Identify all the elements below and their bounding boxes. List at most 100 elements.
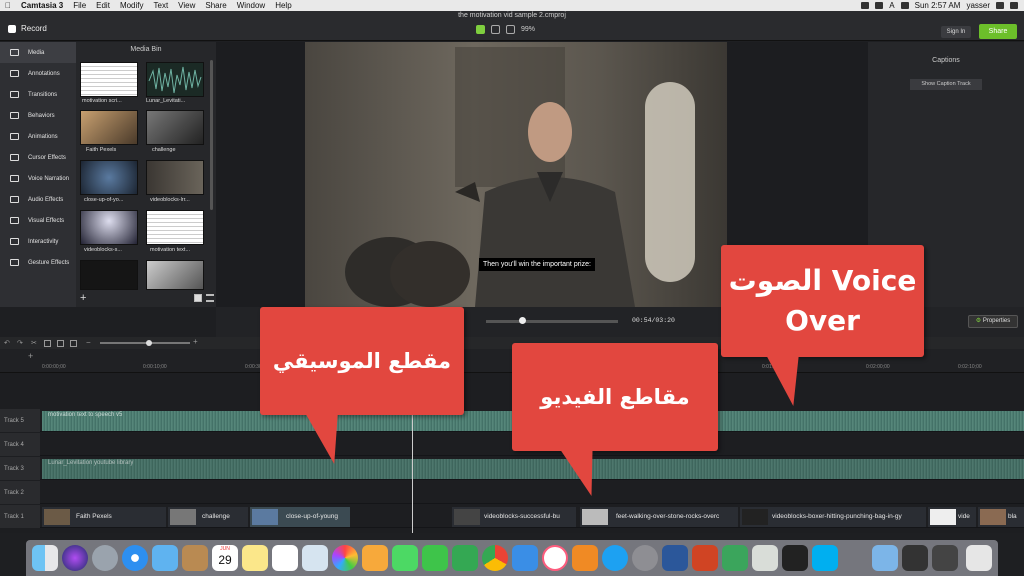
sidebar-item-gesture-effects[interactable]: Gesture Effects (0, 252, 76, 273)
add-track-icon[interactable]: + (28, 351, 33, 361)
paste-icon[interactable] (57, 340, 64, 347)
preview-icon[interactable] (302, 545, 328, 571)
media-thumb[interactable] (146, 210, 204, 245)
wifi-icon[interactable] (875, 2, 884, 9)
hand-tool-icon[interactable] (491, 25, 500, 34)
keyboard-input-icon[interactable]: A (889, 1, 894, 10)
track-label[interactable]: Track 5 (0, 409, 40, 432)
copy-icon[interactable] (44, 340, 51, 347)
menu-window[interactable]: Window (232, 0, 270, 11)
clock[interactable]: Sun 2:57 AM (915, 1, 961, 10)
track-label[interactable]: Track 3 (0, 457, 40, 480)
skype-icon[interactable] (812, 545, 838, 571)
sidebar-item-transitions[interactable]: Transitions (0, 84, 76, 105)
video-clip[interactable]: videoblocks-successful-bu (452, 507, 576, 527)
battery-icon[interactable] (900, 2, 909, 9)
camtasia-icon[interactable] (722, 545, 748, 571)
zoom-in-icon[interactable]: + (193, 337, 198, 346)
window2-icon[interactable] (932, 545, 958, 571)
scrollbar[interactable] (210, 60, 213, 210)
media-thumb[interactable] (146, 110, 204, 145)
media-thumb[interactable] (146, 260, 204, 290)
photos-icon[interactable] (332, 545, 358, 571)
record-button[interactable]: Record (8, 24, 47, 33)
sidebar-item-annotations[interactable]: Annotations (0, 63, 76, 84)
video-clip[interactable]: challenge (168, 507, 248, 527)
messages-icon[interactable] (392, 545, 418, 571)
menu-view[interactable]: View (173, 0, 200, 11)
track-label[interactable]: Track 1 (0, 505, 40, 528)
menu-help[interactable]: Help (270, 0, 296, 11)
redo-icon[interactable]: ↷ (17, 339, 23, 347)
sign-in-button[interactable]: Sign In (941, 26, 971, 38)
chrome-icon[interactable] (482, 545, 508, 571)
menu-text[interactable]: Text (149, 0, 174, 11)
sidebar-item-voice-narration[interactable]: Voice Narration (0, 168, 76, 189)
sidebar-item-behaviors[interactable]: Behaviors (0, 105, 76, 126)
scrubber-handle[interactable] (518, 317, 526, 324)
media-thumb[interactable] (80, 210, 138, 245)
terminal-icon[interactable] (782, 545, 808, 571)
numbers-icon[interactable] (452, 545, 478, 571)
video-clip[interactable]: close-up-of-young (250, 507, 350, 527)
split-icon[interactable] (70, 340, 77, 347)
video-clip[interactable]: vide (928, 507, 976, 527)
grid-view-icon[interactable] (194, 294, 202, 302)
reminders-icon[interactable] (272, 545, 298, 571)
sidebar-item-media[interactable]: Media (0, 42, 76, 63)
finder-icon[interactable] (32, 545, 58, 571)
video-clip[interactable]: videoblocks-boxer-hitting-punching-bag-i… (740, 507, 926, 527)
appstore-icon[interactable] (602, 545, 628, 571)
pointer-tool-icon[interactable] (476, 25, 485, 34)
scrubber-track[interactable] (486, 320, 618, 323)
video-clip[interactable]: bla (978, 507, 1024, 527)
cut-icon[interactable]: ✂ (31, 339, 37, 347)
menu-share[interactable]: Share (200, 0, 231, 11)
apple-icon[interactable]:  (0, 0, 16, 11)
siri-icon[interactable] (62, 545, 88, 571)
script-icon[interactable] (752, 545, 778, 571)
menu-file[interactable]: File (68, 0, 91, 11)
sidebar-item-cursor-effects[interactable]: Cursor Effects (0, 147, 76, 168)
video-clip[interactable]: Faith Pexels (42, 507, 166, 527)
user-name[interactable]: yasser (966, 1, 990, 10)
timeline-zoom-slider[interactable] (100, 342, 190, 344)
video-clip[interactable]: feet-walking-over-stone-rocks-overc (580, 507, 738, 527)
skype-status-icon[interactable] (861, 2, 870, 9)
sidebar-item-animations[interactable]: Animations (0, 126, 76, 147)
caption-overlay[interactable]: Then you'll win the important prize: (479, 258, 595, 271)
word-icon[interactable] (662, 545, 688, 571)
properties-button[interactable]: ⚙ Properties (968, 315, 1018, 328)
search-icon[interactable] (996, 2, 1004, 9)
add-media-icon[interactable]: + (80, 292, 86, 304)
system-preferences-icon[interactable] (632, 545, 658, 571)
launchpad-icon[interactable] (92, 545, 118, 571)
zoom-select[interactable]: 99% (521, 26, 535, 33)
menu-edit[interactable]: Edit (91, 0, 115, 11)
menu-list-icon[interactable] (1010, 2, 1018, 9)
powerpoint-icon[interactable] (692, 545, 718, 571)
app-menu[interactable]: Camtasia 3 (16, 0, 68, 11)
track-label[interactable]: Track 2 (0, 481, 40, 504)
timeline-zoom-handle[interactable] (146, 340, 152, 346)
sidebar-item-interactivity[interactable]: Interactivity (0, 231, 76, 252)
media-thumb[interactable] (146, 160, 204, 195)
contacts-icon[interactable] (182, 545, 208, 571)
mail-icon[interactable] (152, 545, 178, 571)
media-thumb[interactable] (80, 260, 138, 290)
sidebar-item-visual-effects[interactable]: Visual Effects (0, 210, 76, 231)
audio-clip[interactable]: Lunar_Levitation youtube library (42, 459, 1024, 479)
itunes-icon[interactable] (542, 545, 568, 571)
ibooks-icon[interactable] (572, 545, 598, 571)
window-icon[interactable] (902, 545, 928, 571)
sidebar-item-audio-effects[interactable]: Audio Effects (0, 189, 76, 210)
trash-icon[interactable] (966, 545, 992, 571)
zoom-out-icon[interactable]: − (86, 338, 91, 347)
undo-icon[interactable]: ↶ (4, 339, 10, 347)
track-label[interactable]: Track 4 (0, 433, 40, 456)
media-thumb[interactable] (80, 160, 138, 195)
notes-icon[interactable] (242, 545, 268, 571)
menu-modify[interactable]: Modify (115, 0, 149, 11)
folder-icon[interactable] (872, 545, 898, 571)
media-thumb[interactable] (80, 110, 138, 145)
